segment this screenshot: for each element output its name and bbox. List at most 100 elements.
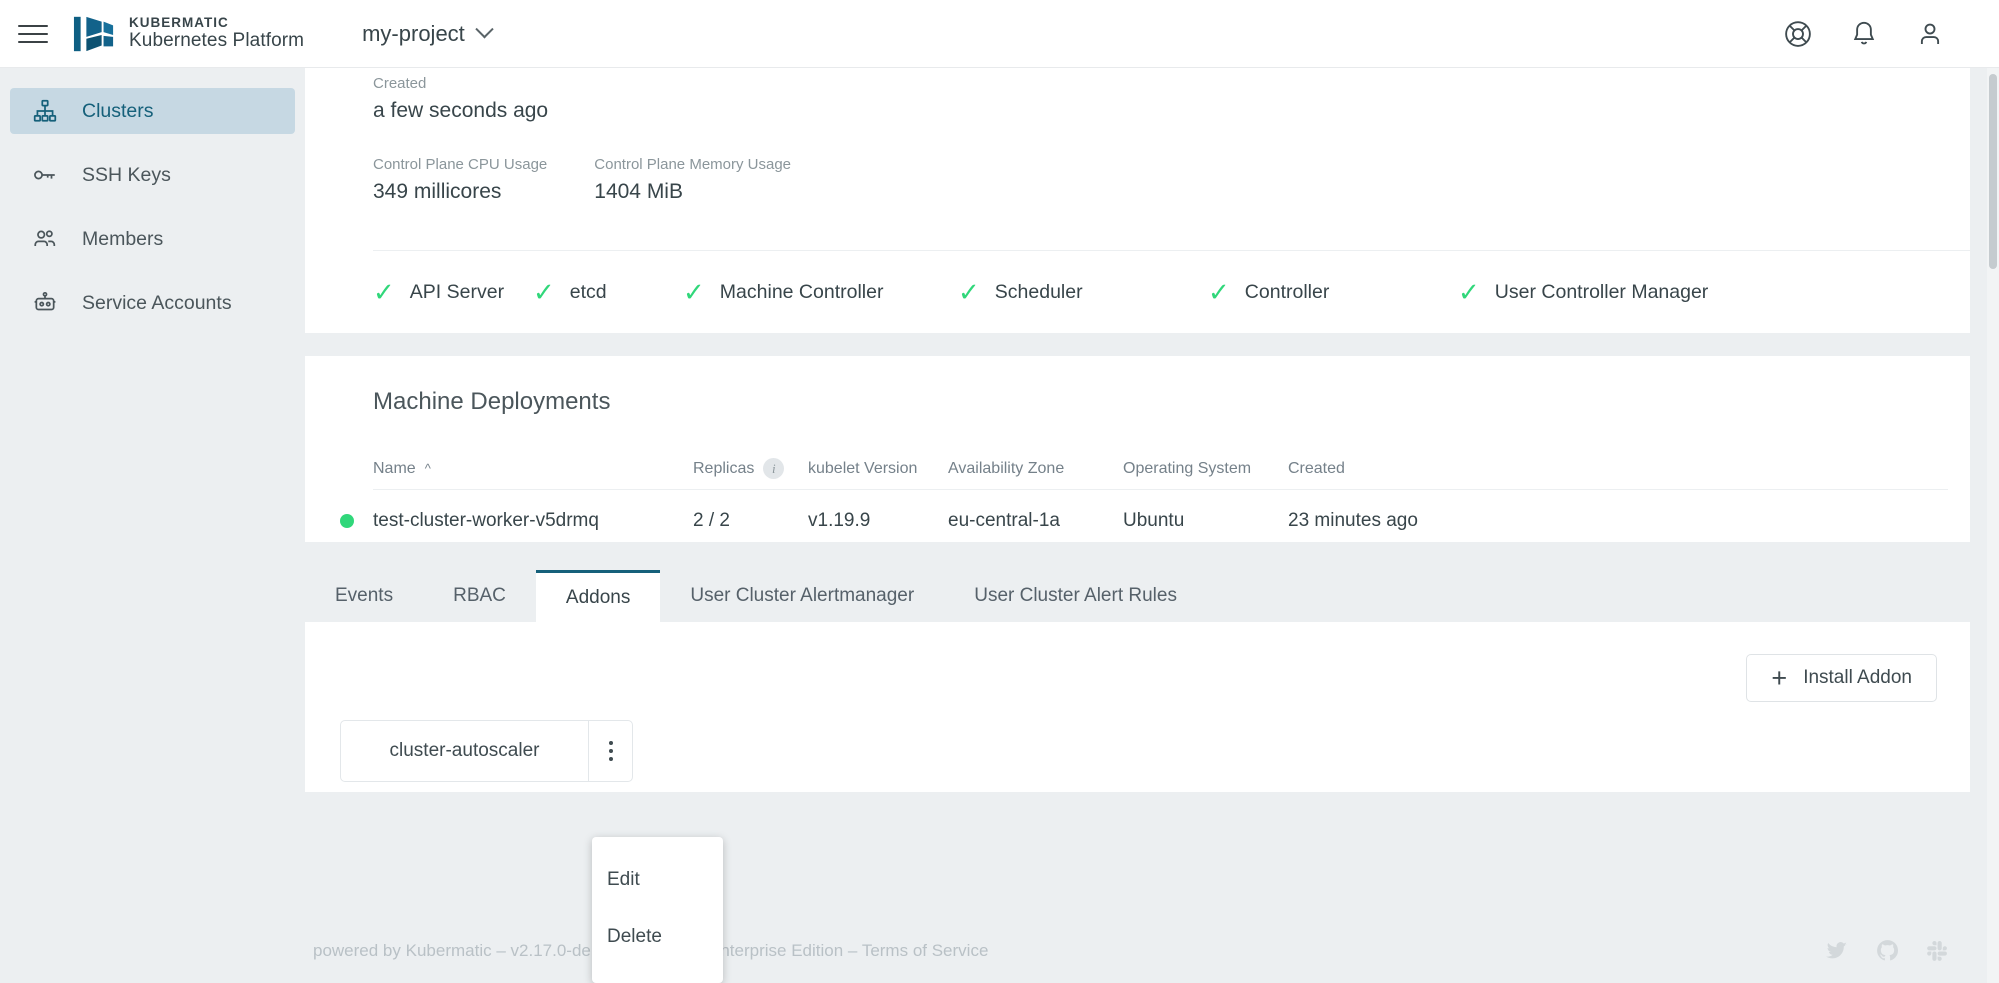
tab-user-cluster-alertmanager[interactable]: User Cluster Alertmanager [660, 570, 944, 622]
cell-kubelet-version: v1.19.9 [808, 510, 871, 531]
column-header-label: Replicas [693, 459, 755, 477]
column-header-created[interactable]: Created [1288, 460, 1488, 478]
project-selector[interactable]: my-project [362, 20, 494, 47]
page-scrollbar-thumb[interactable] [1989, 74, 1997, 269]
addons-panel: + Install Addon cluster-autoscaler [305, 622, 1970, 792]
health-item-label: User Controller Manager [1494, 280, 1709, 303]
footer-version: v2.17.0-de [510, 940, 591, 960]
header-actions [1783, 19, 1945, 49]
health-item-label: API Server [409, 280, 505, 303]
check-icon: ✓ [683, 277, 705, 307]
machine-deployments-card: Machine Deployments Name ^ Replicas i ku… [305, 356, 1970, 542]
created-label: Created [373, 75, 427, 92]
health-item: ✓ User Controller Manager [1458, 279, 1708, 305]
sidebar-item-label: Service Accounts [82, 291, 232, 314]
created-value: a few seconds ago [373, 99, 549, 122]
sidebar-item-label: Members [82, 227, 164, 250]
memory-usage-value: 1404 MiB [594, 180, 683, 203]
key-icon [34, 170, 55, 180]
plus-icon: + [1771, 662, 1788, 693]
sidebar-item-label: Clusters [82, 99, 154, 122]
table-row[interactable]: test-cluster-worker-v5drmq 2 / 2 v1.19.9… [340, 490, 1948, 552]
tab-label: Addons [565, 586, 631, 608]
cell-availability-zone: eu-central-1a [948, 510, 1060, 531]
twitter-icon[interactable] [1824, 938, 1849, 963]
project-name-label: my-project [362, 20, 465, 46]
tab-label: Events [335, 585, 394, 606]
clusters-icon [33, 99, 57, 122]
user-account-icon[interactable] [1915, 19, 1945, 49]
cell-operating-system: Ubuntu [1123, 510, 1185, 531]
health-item: ✓ Machine Controller [683, 279, 958, 305]
cell-created: 23 minutes ago [1288, 510, 1418, 531]
tab-bar: Events RBAC Addons User Cluster Alertman… [305, 570, 1970, 622]
context-menu-item-edit[interactable]: Edit [592, 851, 723, 908]
footer-edition: nterprise Edition [720, 940, 844, 960]
cell-name: test-cluster-worker-v5drmq [340, 510, 693, 532]
footer-separator-2: – [847, 940, 858, 960]
tab-user-cluster-alert-rules[interactable]: User Cluster Alert Rules [944, 570, 1207, 622]
footer-social-icons [1824, 938, 1951, 963]
sidebar-item-members[interactable]: Members [10, 216, 295, 262]
control-plane-usage-row: Control Plane CPU Usage 349 millicores C… [373, 156, 838, 204]
sidebar-nav: Clusters SSH Keys Members Service Accoun… [0, 68, 305, 983]
column-header-replicas[interactable]: Replicas i [693, 458, 808, 479]
check-icon: ✓ [533, 277, 555, 307]
cpu-usage-block: Control Plane CPU Usage 349 millicores [373, 156, 547, 204]
memory-usage-label: Control Plane Memory Usage [594, 156, 792, 173]
chevron-down-icon [475, 20, 494, 39]
column-header-name[interactable]: Name ^ [373, 460, 693, 478]
kebab-menu-icon[interactable] [588, 721, 632, 781]
health-item: ✓ Scheduler [958, 279, 1208, 305]
tab-events[interactable]: Events [305, 570, 423, 622]
column-header-label: Availability Zone [948, 459, 1065, 477]
tab-rbac[interactable]: RBAC [423, 570, 536, 622]
sidebar-item-ssh-keys[interactable]: SSH Keys [10, 152, 295, 198]
addon-context-menu: Edit Delete [592, 837, 723, 983]
brand-logo: KUBERMATIC Kubernetes Platform [72, 13, 304, 55]
robot-icon [34, 291, 56, 311]
hamburger-icon[interactable] [18, 19, 48, 49]
kubermatic-logo-icon [73, 16, 114, 51]
help-icon[interactable] [1783, 19, 1813, 49]
main-content: Created a few seconds ago Control Plane … [305, 68, 1999, 918]
machine-deployment-name: test-cluster-worker-v5drmq [373, 510, 599, 531]
health-item: ✓ API Server [373, 279, 533, 305]
app-header: KUBERMATIC Kubernetes Platform my-projec… [0, 0, 1999, 68]
health-item-label: Machine Controller [719, 280, 884, 303]
column-header-availability-zone[interactable]: Availability Zone [948, 460, 1123, 478]
health-item: ✓ Controller [1208, 279, 1458, 305]
github-icon[interactable] [1875, 938, 1900, 963]
machine-deployments-table: Name ^ Replicas i kubelet Version Availa… [340, 448, 1948, 552]
sidebar-item-clusters[interactable]: Clusters [10, 88, 295, 134]
info-icon[interactable]: i [763, 458, 785, 479]
column-header-label: kubelet Version [808, 459, 918, 477]
cell-replicas: 2 / 2 [693, 510, 730, 531]
sidebar-item-service-accounts[interactable]: Service Accounts [10, 280, 295, 326]
sidebar-item-label: SSH Keys [82, 163, 171, 186]
status-indicator-icon [340, 514, 354, 528]
health-item-label: etcd [569, 280, 607, 303]
cpu-usage-label: Control Plane CPU Usage [373, 156, 548, 173]
tab-label: User Cluster Alertmanager [690, 585, 915, 606]
powered-by-label: powered by Kubermatic [313, 940, 492, 960]
column-header-label: Name [373, 459, 416, 477]
column-header-operating-system[interactable]: Operating System [1123, 460, 1288, 478]
addon-name-label: cluster-autoscaler [389, 740, 540, 761]
install-addon-label: Install Addon [1803, 667, 1912, 688]
install-addon-button[interactable]: + Install Addon [1746, 654, 1937, 702]
slack-icon[interactable] [1926, 938, 1951, 963]
tab-addons[interactable]: Addons [535, 570, 661, 622]
brand-name-top: KUBERMATIC [129, 15, 229, 31]
machine-deployments-title: Machine Deployments [373, 388, 611, 415]
cluster-health-row: ✓ API Server ✓ etcd ✓ Machine Controller… [373, 250, 1970, 333]
notifications-bell-icon[interactable] [1849, 19, 1879, 49]
context-menu-item-delete[interactable]: Delete [592, 908, 723, 965]
health-item-label: Scheduler [994, 280, 1083, 303]
brand-name-bottom: Kubernetes Platform [129, 30, 305, 52]
column-header-kubelet-version[interactable]: kubelet Version [808, 460, 948, 478]
check-icon: ✓ [1458, 277, 1480, 307]
terms-of-service-link[interactable]: Terms of Service [862, 941, 989, 960]
addon-card[interactable]: cluster-autoscaler [340, 720, 633, 782]
check-icon: ✓ [373, 277, 395, 307]
